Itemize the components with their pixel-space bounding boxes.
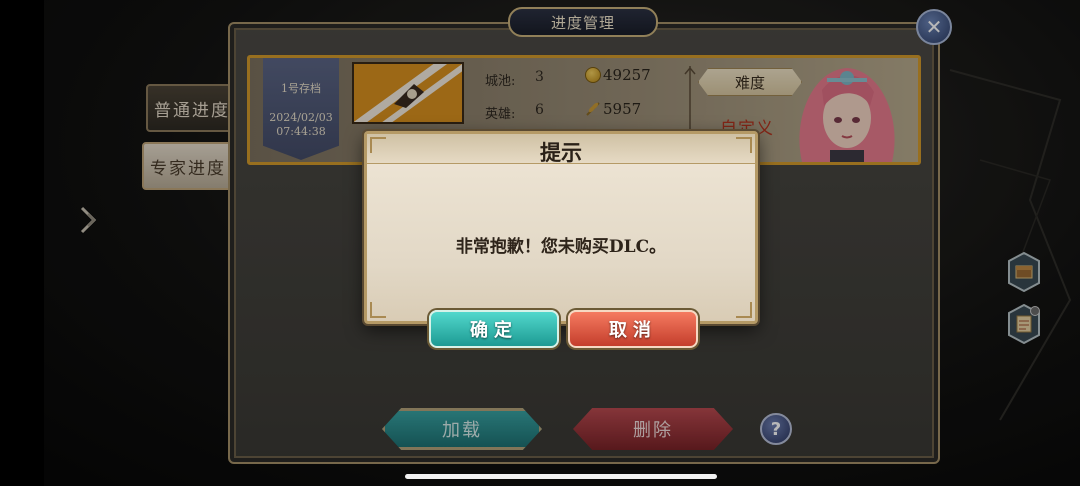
notice-dialog: 提示 非常抱歉！您未购买DLC。 xyxy=(364,131,758,324)
game-screen: 普通进度 专家进度 进度管理 ✕ 1号存档 2024/02/03 07:44:3… xyxy=(0,0,1080,486)
dialog-corner xyxy=(736,302,752,318)
dialog-title: 提示 xyxy=(540,140,582,165)
cancel-button[interactable]: 取消 xyxy=(568,310,698,348)
dialog-message: 非常抱歉！您未购买DLC。 xyxy=(455,237,667,257)
dialog-corner xyxy=(736,137,752,153)
confirm-button[interactable]: 确定 xyxy=(429,310,559,348)
dialog-corner xyxy=(370,137,386,153)
cancel-button-label: 取消 xyxy=(609,320,657,341)
dialog-corner xyxy=(370,302,386,318)
confirm-button-label: 确定 xyxy=(470,320,518,341)
home-indicator[interactable] xyxy=(405,474,717,479)
